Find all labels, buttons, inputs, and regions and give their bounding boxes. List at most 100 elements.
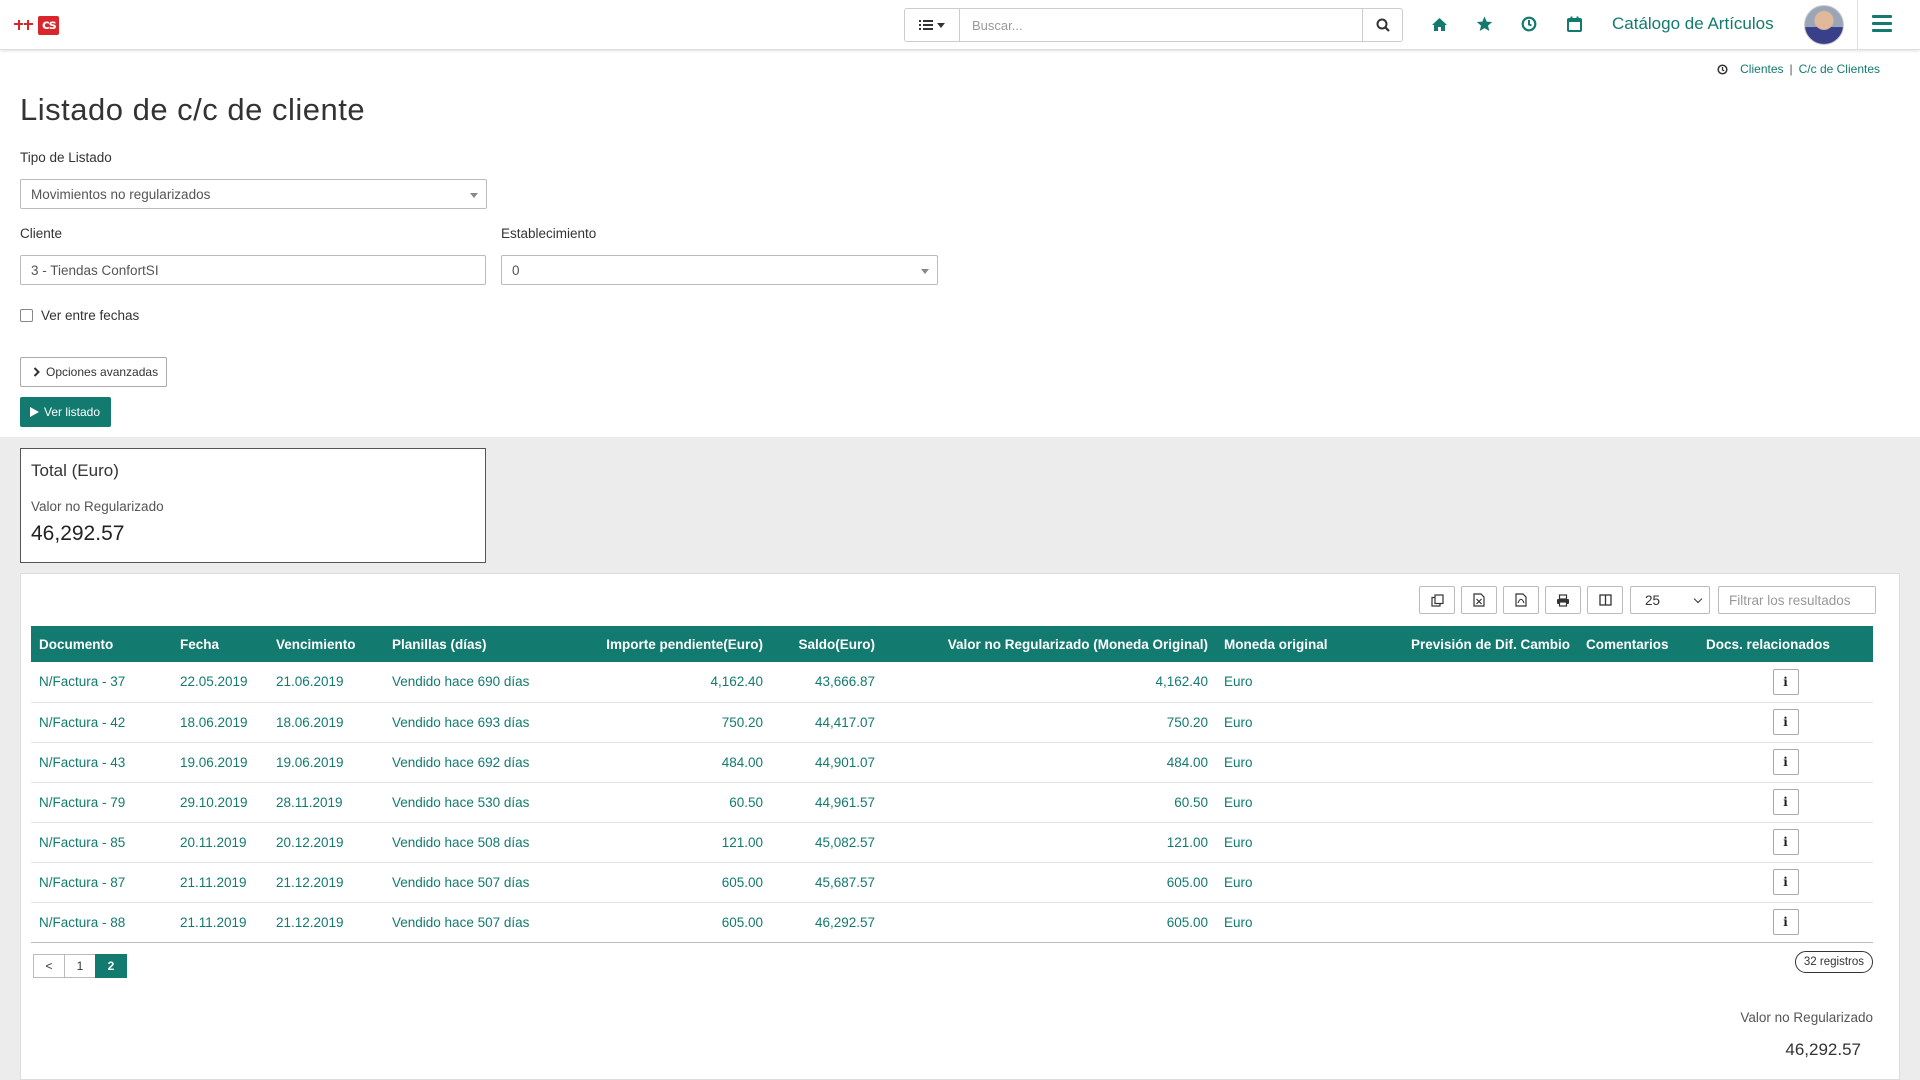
excel-file-icon <box>1473 593 1485 607</box>
cell-saldo: 46,292.57 <box>814 914 875 930</box>
cell-documento[interactable]: N/Factura - 88 <box>31 902 172 942</box>
cell-documento[interactable]: N/Factura - 79 <box>31 782 172 822</box>
cell-moneda: Euro <box>1224 834 1253 850</box>
cell-documento[interactable]: N/Factura - 87 <box>31 862 172 902</box>
total-title: Total (Euro) <box>31 461 119 480</box>
pagination-page-2[interactable]: 2 <box>95 954 127 978</box>
search-input[interactable] <box>959 8 1363 42</box>
cell-documento[interactable]: N/Factura - 43 <box>31 742 172 782</box>
cell-vencimiento: 21.12.2019 <box>276 914 344 930</box>
info-icon[interactable]: i <box>1772 909 1799 935</box>
info-icon[interactable]: i <box>1772 709 1799 735</box>
copy-button[interactable] <box>1419 586 1455 614</box>
cell-planillas: Vendido hace 508 días <box>392 834 530 850</box>
cell-comentarios <box>1578 822 1698 862</box>
pagination: < 1 2 <box>33 954 127 978</box>
cell-moneda: Euro <box>1224 754 1253 770</box>
cell-comentarios <box>1578 902 1698 942</box>
history-button[interactable] <box>1518 13 1540 35</box>
menu-toggle-icon[interactable] <box>1872 15 1892 33</box>
cell-valor: 750.20 <box>1166 714 1208 730</box>
cell-saldo: 44,417.07 <box>814 714 875 730</box>
cell-docs: i <box>1698 742 1873 782</box>
page-size-select[interactable]: 25 <box>1630 586 1710 614</box>
user-avatar[interactable] <box>1804 5 1844 45</box>
establecimiento-select[interactable]: 0 <box>501 255 938 285</box>
cell-importe: 750.20 <box>721 714 763 730</box>
cell-planillas: Vendido hace 693 días <box>392 714 530 730</box>
export-pdf-button[interactable] <box>1503 586 1539 614</box>
column-header-valor[interactable]: Valor no Regularizado (Moneda Original) <box>883 626 1216 662</box>
pagination-page-1[interactable]: 1 <box>64 954 96 978</box>
caret-down-icon <box>921 269 929 274</box>
search-icon <box>1376 18 1390 32</box>
cell-documento[interactable]: N/Factura - 37 <box>31 662 172 702</box>
column-header-fecha[interactable]: Fecha <box>172 626 268 662</box>
app-logo[interactable]: cs <box>14 12 60 38</box>
filter-input[interactable] <box>1718 586 1876 614</box>
logo-text: cs <box>38 15 60 35</box>
cell-planillas: Vendido hace 507 días <box>392 914 530 930</box>
cell-docs: i <box>1698 902 1873 942</box>
column-header-importe[interactable]: Importe pendiente(Euro) <box>574 626 771 662</box>
column-header-saldo[interactable]: Saldo(Euro) <box>771 626 883 662</box>
cliente-value: 3 - Tiendas ConfortSI <box>31 262 159 278</box>
cell-docs: i <box>1698 702 1873 742</box>
info-icon[interactable]: i <box>1772 869 1799 895</box>
cell-planillas: Vendido hace 530 días <box>392 794 530 810</box>
column-header-docs[interactable]: Docs. relacionados <box>1698 626 1873 662</box>
column-header-moneda[interactable]: Moneda original <box>1216 626 1403 662</box>
advanced-options-button[interactable]: Opciones avanzadas <box>20 357 167 387</box>
catalog-link[interactable]: Catálogo de Artículos <box>1612 14 1774 34</box>
breadcrumb-item-cc-clientes[interactable]: C/c de Clientes <box>1799 62 1880 76</box>
search-button[interactable] <box>1362 8 1403 42</box>
cell-saldo: 44,961.57 <box>814 794 875 810</box>
cell-importe: 121.00 <box>721 834 763 850</box>
cell-fecha: 29.10.2019 <box>180 794 248 810</box>
cell-importe: 60.50 <box>729 794 763 810</box>
summary-value: 46,292.57 <box>1785 1040 1861 1059</box>
info-icon[interactable]: i <box>1772 789 1799 815</box>
print-button[interactable] <box>1545 586 1581 614</box>
breadcrumb-item-clientes[interactable]: Clientes <box>1740 62 1783 76</box>
cliente-input[interactable]: 3 - Tiendas ConfortSI <box>20 255 486 285</box>
favorites-button[interactable] <box>1473 13 1495 35</box>
info-icon[interactable]: i <box>1772 749 1799 775</box>
cell-fecha: 19.06.2019 <box>180 754 248 770</box>
pagination-prev-button[interactable]: < <box>33 954 65 978</box>
breadcrumb-separator: | <box>1789 62 1793 76</box>
tipo-listado-label: Tipo de Listado <box>20 150 112 165</box>
cell-importe: 484.00 <box>721 754 763 770</box>
cell-docs: i <box>1698 822 1873 862</box>
cell-fecha: 20.11.2019 <box>180 834 247 850</box>
checkbox-box[interactable] <box>20 309 33 322</box>
home-icon <box>1431 17 1447 31</box>
column-header-prevision[interactable]: Previsión de Dif. Cambio <box>1403 626 1578 662</box>
table-row: N/Factura - 79 29.10.2019 28.11.2019 Ven… <box>31 782 1873 822</box>
cell-docs: i <box>1698 782 1873 822</box>
ver-listado-label: Ver listado <box>44 405 101 419</box>
column-visibility-button[interactable] <box>1587 586 1623 614</box>
column-header-vencimiento[interactable]: Vencimiento <box>268 626 384 662</box>
search-type-dropdown[interactable] <box>904 8 960 42</box>
cell-documento[interactable]: N/Factura - 85 <box>31 822 172 862</box>
column-header-comentarios[interactable]: Comentarios <box>1578 626 1698 662</box>
tipo-listado-select[interactable]: Movimientos no regularizados <box>20 179 487 209</box>
ver-listado-button[interactable]: Ver listado <box>20 397 111 427</box>
ver-entre-fechas-checkbox[interactable]: Ver entre fechas <box>20 308 139 323</box>
cell-prevision <box>1403 862 1578 902</box>
cell-documento[interactable]: N/Factura - 42 <box>31 702 172 742</box>
clock-icon <box>1717 63 1728 75</box>
cell-vencimiento: 28.11.2019 <box>276 794 343 810</box>
column-header-planillas[interactable]: Planillas (días) <box>384 626 574 662</box>
cell-valor: 121.00 <box>1166 834 1208 850</box>
info-icon[interactable]: i <box>1772 829 1799 855</box>
column-header-documento[interactable]: Documento <box>31 626 172 662</box>
copy-icon <box>1430 593 1444 607</box>
chevron-down-icon <box>1693 594 1703 604</box>
info-icon[interactable]: i <box>1772 668 1799 695</box>
home-button[interactable] <box>1428 13 1450 35</box>
establecimiento-value: 0 <box>512 262 520 278</box>
calendar-button[interactable] <box>1563 13 1585 35</box>
export-excel-button[interactable] <box>1461 586 1497 614</box>
